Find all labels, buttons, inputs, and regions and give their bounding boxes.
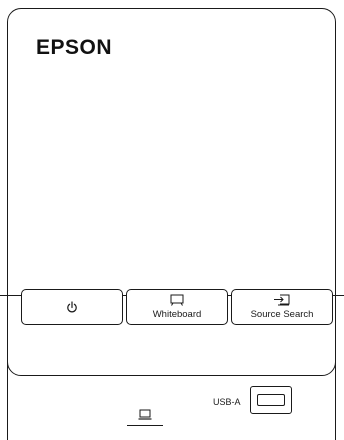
usb-a-label: USB-A bbox=[213, 397, 241, 407]
brand-logo: EPSON bbox=[36, 36, 113, 59]
control-button-row: Whiteboard Source Search bbox=[21, 289, 333, 325]
whiteboard-icon bbox=[169, 294, 185, 307]
source-search-button[interactable]: Source Search bbox=[231, 289, 333, 325]
usb-port-slot bbox=[257, 394, 285, 406]
source-search-icon bbox=[273, 294, 291, 307]
laptop-icon bbox=[138, 409, 152, 421]
usb-a-port[interactable] bbox=[250, 386, 292, 414]
whiteboard-label: Whiteboard bbox=[152, 309, 202, 320]
power-button[interactable] bbox=[21, 289, 123, 325]
laptop-port-underline bbox=[127, 425, 163, 426]
source-search-label: Source Search bbox=[250, 309, 314, 320]
power-icon bbox=[66, 300, 78, 314]
whiteboard-button[interactable]: Whiteboard bbox=[126, 289, 228, 325]
